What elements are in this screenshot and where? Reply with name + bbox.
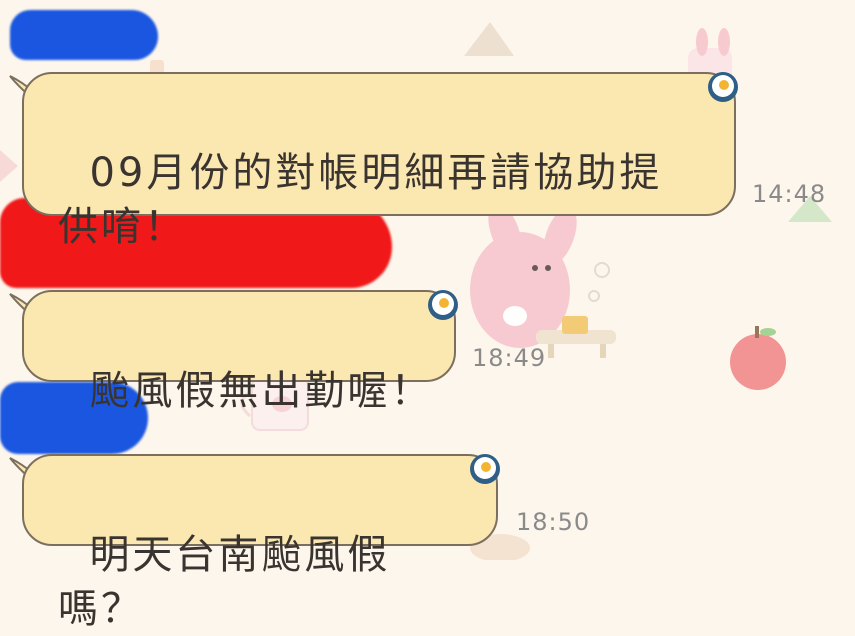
apple-sticker <box>730 326 786 390</box>
message-text: 明天台南颱風假嗎？ <box>58 532 391 632</box>
message-bubble[interactable]: 明天台南颱風假嗎？ <box>22 454 498 632</box>
message-time: 18:50 <box>516 508 591 536</box>
egg-pan-icon <box>428 290 458 320</box>
egg-pan-icon <box>708 72 738 102</box>
redacted-sender-name <box>10 10 158 60</box>
message-bubble[interactable]: 颱風假無出勤喔！ <box>22 290 456 414</box>
message-bubble[interactable]: 09月份的對帳明細再請協助提供唷！ <box>22 72 736 250</box>
message-time: 18:49 <box>472 344 547 372</box>
message-time: 14:48 <box>752 180 827 208</box>
message-text: 颱風假無出勤喔！ <box>89 368 434 414</box>
egg-pan-icon <box>470 454 500 484</box>
rabbit-sticker <box>470 203 616 358</box>
